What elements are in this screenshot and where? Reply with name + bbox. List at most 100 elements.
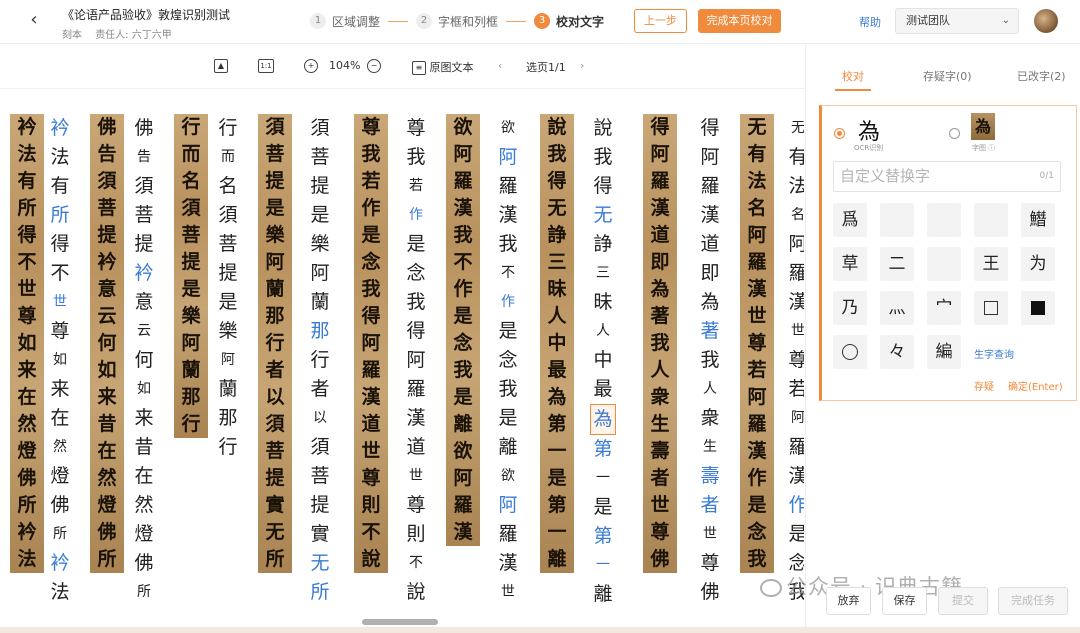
text-char[interactable]: 一 — [590, 464, 616, 493]
prev-page-icon[interactable]: ‹ — [498, 59, 502, 72]
text-char[interactable]: 名 — [215, 172, 241, 201]
text-char[interactable]: 是 — [495, 317, 521, 346]
text-char[interactable]: 云 — [131, 317, 157, 346]
text-char[interactable]: 法 — [47, 143, 73, 172]
text-char[interactable]: 所 — [47, 201, 73, 230]
text-char[interactable]: 壽 — [697, 462, 723, 491]
text-char[interactable]: 有 — [785, 143, 804, 172]
zoom-in-icon[interactable]: + — [304, 59, 318, 73]
text-char[interactable]: 尊 — [785, 346, 804, 375]
candidate-char[interactable]: 編 — [927, 335, 961, 369]
candidate-char[interactable]: 王 — [974, 247, 1008, 281]
text-char[interactable]: 是 — [495, 404, 521, 433]
text-char[interactable]: 得 — [590, 172, 616, 201]
text-char[interactable]: 作 — [495, 288, 521, 317]
text-char[interactable]: 不 — [403, 549, 429, 578]
step-1[interactable]: 1 区域调整 — [310, 13, 380, 30]
text-char[interactable]: 燈 — [47, 462, 73, 491]
text-char[interactable]: 即 — [697, 259, 723, 288]
text-char[interactable]: 羅 — [697, 172, 723, 201]
rare-char-lookup-link[interactable]: 生字查询 — [974, 346, 1014, 361]
ocr-radio[interactable] — [834, 128, 845, 139]
text-char[interactable]: 阿 — [215, 346, 241, 375]
text-char[interactable]: 樂 — [307, 230, 333, 259]
text-char[interactable]: 是 — [785, 520, 804, 549]
text-char[interactable]: 菩 — [307, 143, 333, 172]
candidate-char[interactable]: 爲 — [833, 203, 867, 237]
discard-button[interactable]: 放弃 — [826, 587, 871, 615]
text-char[interactable]: 尊 — [403, 491, 429, 520]
text-char[interactable]: 那 — [215, 404, 241, 433]
text-char[interactable]: 我 — [403, 288, 429, 317]
step-2[interactable]: 2 字框和列框 — [416, 13, 498, 30]
text-char[interactable]: 三 — [590, 259, 616, 288]
text-char[interactable]: 若 — [785, 375, 804, 404]
text-char[interactable]: 人 — [697, 375, 723, 404]
text-char[interactable]: 人 — [590, 317, 616, 346]
text-char[interactable]: 我 — [590, 143, 616, 172]
submit-button[interactable]: 提交 — [938, 587, 988, 615]
text-char[interactable]: 我 — [403, 143, 429, 172]
text-char[interactable]: 漢 — [697, 201, 723, 230]
text-char[interactable]: 提 — [131, 230, 157, 259]
avatar[interactable] — [1034, 9, 1058, 33]
text-char[interactable]: 是 — [215, 288, 241, 317]
original-text-toggle[interactable]: ≡ 原图文本 — [412, 59, 474, 75]
text-char[interactable]: 離 — [590, 580, 616, 609]
text-char[interactable]: 須 — [215, 201, 241, 230]
text-char[interactable]: 須 — [307, 114, 333, 143]
text-char[interactable]: 如 — [131, 375, 157, 404]
text-char[interactable]: 作 — [403, 201, 429, 230]
text-char[interactable]: 作 — [785, 491, 804, 520]
text-char[interactable]: 提 — [307, 172, 333, 201]
text-char[interactable]: 佛 — [131, 114, 157, 143]
text-char[interactable]: 行 — [215, 114, 241, 143]
text-char[interactable]: 阿 — [785, 404, 804, 433]
text-char[interactable]: 漢 — [495, 549, 521, 578]
text-char[interactable]: 離 — [495, 433, 521, 462]
horizontal-scrollbar[interactable] — [362, 619, 438, 625]
candidate-char[interactable]: 𡨶 — [974, 203, 1008, 237]
finish-task-button[interactable]: 完成任务 — [998, 587, 1068, 615]
text-char[interactable]: 衿 — [47, 549, 73, 578]
text-char[interactable]: 欲 — [495, 114, 521, 143]
image-icon[interactable]: ▲ — [214, 59, 228, 73]
text-char[interactable]: 尊 — [47, 317, 73, 346]
text-char[interactable]: 蘭 — [307, 288, 333, 317]
text-char[interactable]: 道 — [697, 230, 723, 259]
text-char[interactable]: 得 — [697, 114, 723, 143]
candidate-char[interactable]: 为 — [1021, 247, 1055, 281]
text-char[interactable]: 不 — [47, 259, 73, 288]
candidate-char[interactable]: 𢏉 — [927, 247, 961, 281]
text-char[interactable]: 漢 — [785, 288, 804, 317]
text-char[interactable]: 羅 — [495, 520, 521, 549]
text-char[interactable]: 我 — [697, 346, 723, 375]
text-char[interactable]: 在 — [131, 462, 157, 491]
text-char[interactable]: 佛 — [697, 578, 723, 607]
actual-size-icon[interactable]: 1:1 — [258, 59, 274, 73]
text-char[interactable]: 羅 — [403, 375, 429, 404]
text-char[interactable]: 尊 — [697, 549, 723, 578]
text-char[interactable]: 意 — [131, 288, 157, 317]
text-char[interactable]: 須 — [131, 172, 157, 201]
doubt-button[interactable]: 存疑 — [974, 378, 994, 393]
text-char[interactable]: 衆 — [697, 404, 723, 433]
text-char[interactable]: 无 — [785, 114, 804, 143]
custom-char-input[interactable]: 自定义替换字 0/1 — [833, 161, 1061, 192]
text-char[interactable]: 樂 — [215, 317, 241, 346]
text-char[interactable]: 生 — [697, 433, 723, 462]
text-char[interactable]: 羅 — [785, 259, 804, 288]
text-char[interactable]: 最 — [590, 375, 616, 404]
text-char[interactable]: 阿 — [403, 346, 429, 375]
text-char[interactable]: 我 — [495, 375, 521, 404]
step-3[interactable]: 3 校对文字 — [534, 13, 604, 30]
text-char[interactable]: 昔 — [131, 433, 157, 462]
text-char[interactable]: 而 — [215, 143, 241, 172]
text-char[interactable]: 世 — [785, 317, 804, 346]
text-char[interactable]: 著 — [697, 317, 723, 346]
tab-doubtful[interactable]: 存疑字(0) — [923, 68, 972, 84]
glyph-radio[interactable] — [949, 128, 960, 139]
text-char[interactable]: 所 — [307, 578, 333, 607]
back-icon[interactable]: ‹ — [24, 10, 44, 30]
text-char[interactable]: 衿 — [131, 259, 157, 288]
